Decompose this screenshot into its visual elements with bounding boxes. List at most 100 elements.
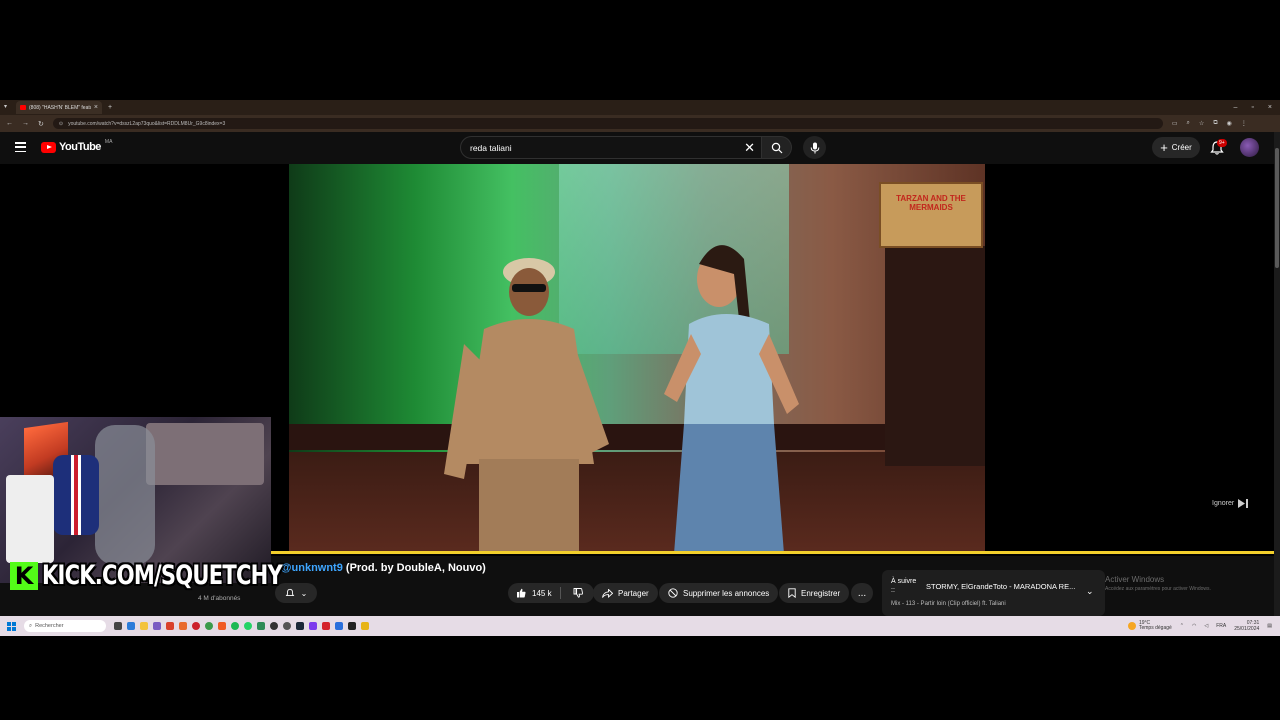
more-actions-button[interactable]: ... [851,583,873,603]
scrollbar-thumb[interactable] [1275,148,1279,268]
webcam-union-flag-pillow [53,455,99,535]
address-bar[interactable]: ⊙ youtube.com/watch?v=dsszL2ap73quo&list… [52,118,1163,129]
obs-app-icon[interactable] [270,622,278,630]
up-next-panel[interactable]: À suivre :: STORMY, ElGrandeToto - MARAD… [882,570,1105,616]
search-input[interactable] [470,142,730,153]
kick-logo-icon: K [10,561,38,590]
url-text: youtube.com/watch?v=dsszL2ap73quo&list=R… [68,120,226,127]
search-button[interactable] [762,136,792,159]
task-view-icon[interactable] [114,622,122,630]
tab-title: (808) "HASH'N' BLEM" featu [29,104,91,111]
like-button[interactable]: 145 k [508,587,561,599]
region-code: MA [104,139,113,145]
settings-app-icon[interactable] [283,622,291,630]
browser-actions: ▭ ⌕ ☆ ⧉ ◉ ⋮ [1172,120,1247,127]
page-scrollbar[interactable] [1274,132,1280,616]
close-tab-icon[interactable]: × [94,104,98,111]
thumbs-down-icon [573,588,583,598]
terminal-app-icon[interactable] [348,622,356,630]
expand-chevron-icon[interactable]: ⌄ [1086,586,1094,597]
activate-windows-text: Accédez aux paramètres pour activer Wind… [1105,586,1211,592]
language-indicator[interactable]: FRA [1216,623,1226,629]
search-icon [771,142,782,153]
steam-app-icon[interactable] [296,622,304,630]
taskbar-search[interactable]: ⌕ Rechercher [24,620,106,632]
reload-icon[interactable]: ↻ [38,120,44,128]
app-icon-red[interactable] [166,622,174,630]
back-icon[interactable]: ← [6,120,13,127]
browser-tab[interactable]: (808) "HASH'N' BLEM" featu × [16,101,102,114]
up-next-title: STORMY, ElGrandeToto - MARADONA RE... [926,582,1076,591]
windows-taskbar: ⌕ Rechercher 19°C Temps dégagé ⌃ ◠ ◁ FRA… [0,616,1280,636]
profile-icon[interactable]: ◉ [1227,120,1232,127]
create-button[interactable]: + Créer [1152,137,1200,158]
hamburger-menu-icon[interactable] [15,142,26,152]
chrome-app-icon[interactable] [205,622,213,630]
minimize-icon[interactable]: – [1234,104,1238,111]
save-button[interactable]: Enregistrer [779,583,850,603]
explorer-app-icon[interactable] [127,622,135,630]
share-button[interactable]: Partager [593,583,658,603]
youtube-favicon-icon [20,105,26,110]
youtube-header: YouTube MA ✕ + Créer 9+ [0,132,1274,164]
microphone-icon [810,142,819,153]
video-progress-bar[interactable] [271,551,1274,554]
acrobat-app-icon[interactable] [322,622,330,630]
taskbar-search-icon: ⌕ [29,622,33,629]
whatsapp-app-icon[interactable] [244,622,252,630]
scene-poster: TARZAN AND THE MERMAIDS [879,182,983,248]
subscriber-count: 4 M d'abonnés [198,595,241,602]
extensions-icon[interactable]: ⧉ [1213,120,1217,127]
account-avatar[interactable] [1240,138,1259,157]
app-icon-yellow[interactable] [361,622,369,630]
up-next-label: À suivre :: [891,578,917,594]
share-icon [602,588,613,598]
mail-app-icon[interactable] [153,622,161,630]
browser-menu-icon[interactable]: ⋮ [1241,120,1247,127]
opera-app-icon[interactable] [192,622,200,630]
cast-icon[interactable]: ▭ [1172,120,1178,127]
clear-search-icon[interactable]: ✕ [744,140,755,155]
remove-ads-label: Supprimer les annonces [683,588,770,598]
new-tab-button[interactable]: + [108,104,112,111]
close-window-icon[interactable]: × [1268,104,1272,111]
voice-search-button[interactable] [803,136,826,159]
zoom-icon[interactable]: ⌕ [1187,120,1190,127]
app-icon-blue[interactable] [335,622,343,630]
browser-toolbar: ← → ↻ ⊙ youtube.com/watch?v=dsszL2ap73qu… [0,115,1280,132]
volume-icon[interactable]: ◁ [1204,623,1208,629]
app-icon-green[interactable] [257,622,265,630]
wifi-icon[interactable]: ◠ [1192,623,1196,629]
forward-icon[interactable]: → [22,120,29,127]
site-info-icon[interactable]: ⊙ [59,121,63,127]
scene-counter [289,424,985,450]
app-icon-orange[interactable] [179,622,187,630]
weather-widget[interactable]: 19°C Temps dégagé [1127,620,1172,632]
brave-app-icon[interactable] [218,622,226,630]
clock[interactable]: 07:31 25/01/2024 [1234,620,1259,632]
more-dots-icon: ... [857,587,867,599]
skip-ad-button[interactable]: Ignorer [1212,499,1249,508]
kick-banner: K KICK.COM/SQUETCHY [10,560,350,591]
tab-list-button[interactable]: ▾ [4,103,12,111]
youtube-play-icon [41,141,56,153]
taskbar-search-placeholder: Rechercher [35,623,64,629]
notification-center-icon[interactable]: ▤ [1267,623,1272,629]
like-count: 145 k [532,588,552,598]
bookmark-star-icon[interactable]: ☆ [1199,120,1204,127]
video-frame[interactable]: TARZAN AND THE MERMAIDS [289,164,985,552]
maximize-icon[interactable]: ▫ [1251,104,1253,111]
remove-ads-button[interactable]: Supprimer les annonces [659,583,779,603]
webcam-bed [146,423,264,485]
app-icon-purple[interactable] [309,622,317,630]
dislike-button[interactable] [566,588,583,598]
skip-next-icon [1238,499,1249,508]
spotify-app-icon[interactable] [231,622,239,630]
windows-start-icon[interactable] [7,621,16,631]
scene-floor [289,452,985,552]
files-app-icon[interactable] [140,622,148,630]
window-controls: – ▫ × [1234,104,1280,111]
youtube-logo[interactable]: YouTube MA [41,139,113,153]
plus-icon: + [1160,140,1168,155]
tray-chevron-icon[interactable]: ⌃ [1180,623,1184,629]
